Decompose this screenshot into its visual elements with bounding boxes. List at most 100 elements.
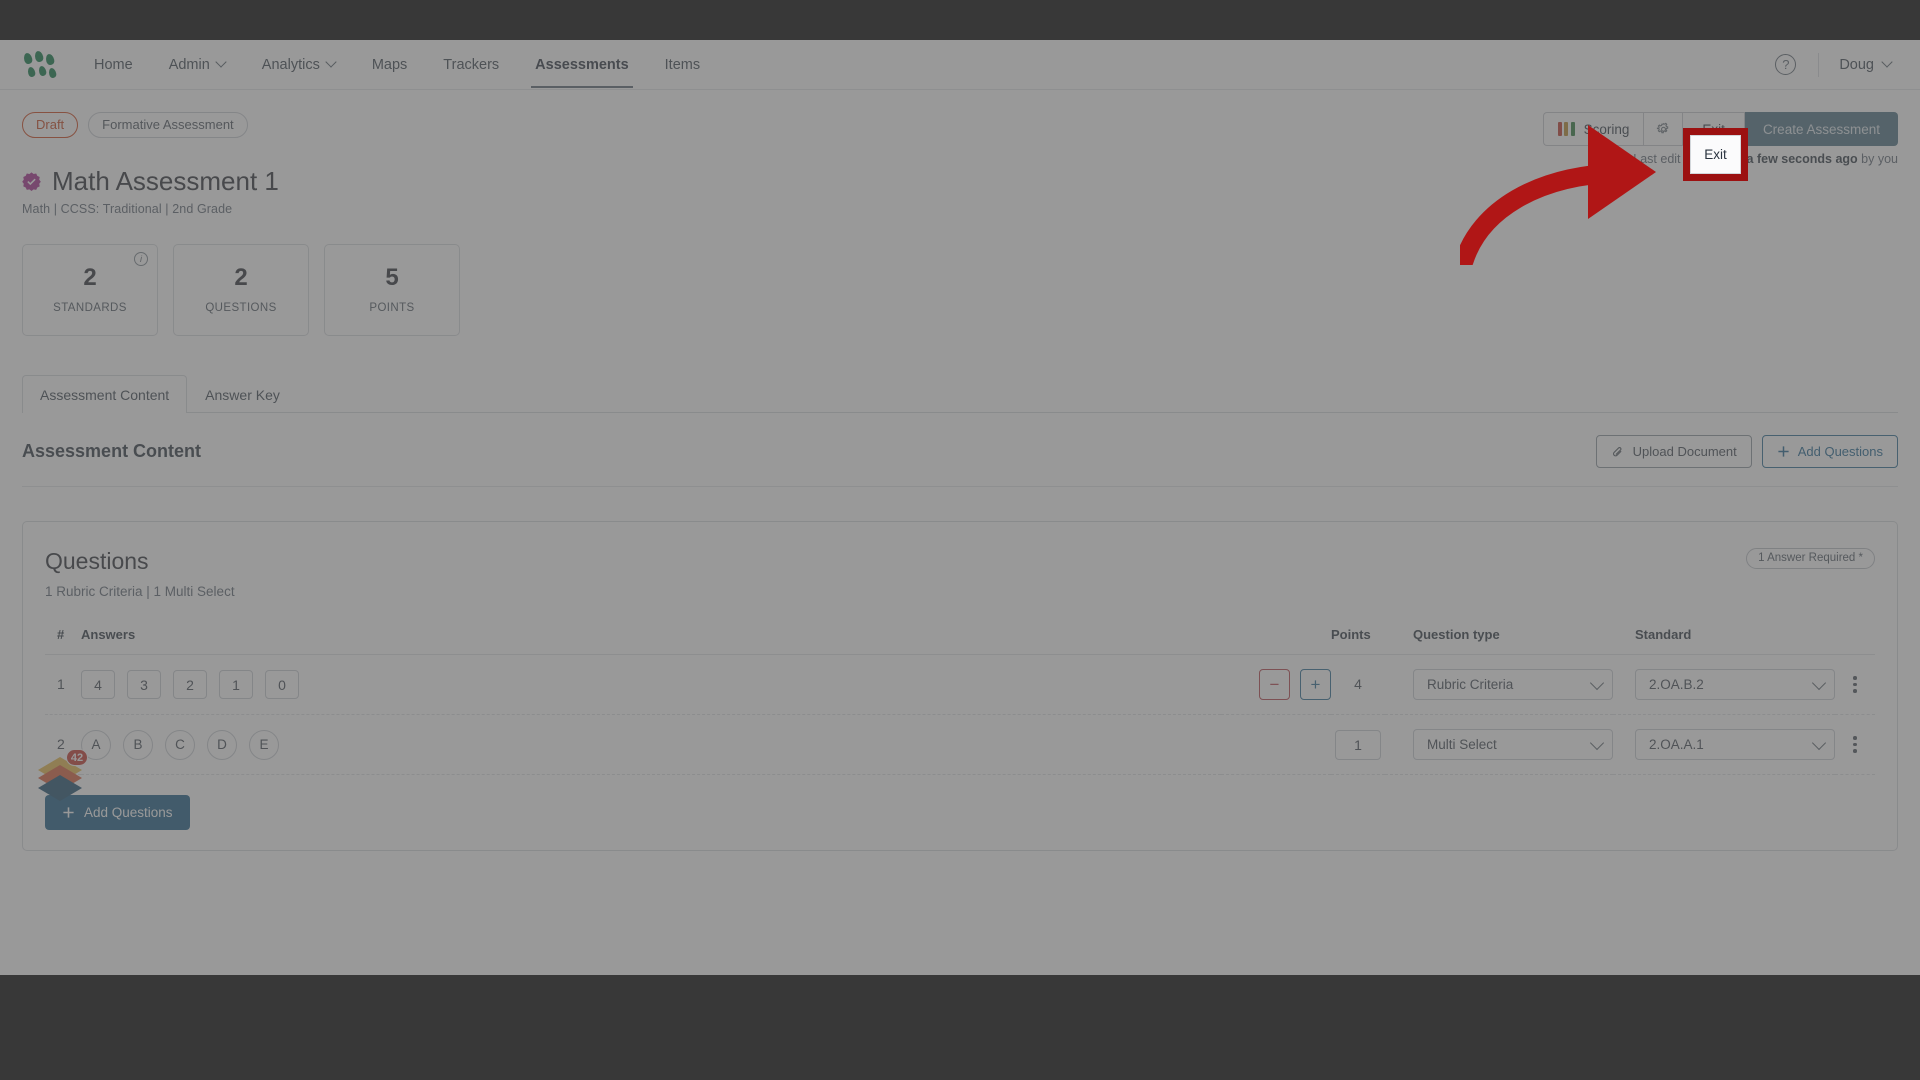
remove-answer-button[interactable]: − [1259, 669, 1290, 700]
table-header-row: # Answers Points Question type Standard [45, 627, 1875, 655]
dots-leaf-logo[interactable] [22, 49, 58, 79]
answer-count-stepper: − + [1221, 669, 1331, 700]
answer-option[interactable]: B [123, 729, 153, 760]
kebab-menu-icon[interactable] [1835, 736, 1875, 753]
exit-button-highlighted[interactable]: Exit [1690, 135, 1741, 174]
standard-cell: 2.OA.A.1 [1613, 714, 1835, 775]
stat-card-questions: 2 QUESTIONS [173, 244, 309, 336]
chevron-down-icon [1592, 742, 1602, 748]
notification-fab[interactable]: 42 [34, 749, 88, 809]
section-title: Assessment Content [22, 441, 202, 461]
stat-card-points: 5 POINTS [324, 244, 460, 336]
answer-required-badge: 1 Answer Required * [1746, 548, 1875, 569]
chevron-down-icon [327, 58, 336, 67]
stat-card-standards: i 2 STANDARDS [22, 244, 158, 336]
add-questions-label: Add Questions [1797, 444, 1883, 459]
nav-links: Home Admin Analytics Maps Trackers Asses… [76, 42, 718, 88]
nav-item-assessments[interactable]: Assessments [517, 42, 647, 88]
answer-option[interactable]: E [249, 729, 279, 760]
question-circle-icon[interactable]: ? [1775, 54, 1797, 75]
paperclip-icon [1612, 446, 1622, 456]
nav-item-label: Home [94, 56, 133, 73]
answers-cell: 4 3 2 1 0 [81, 654, 1221, 715]
standard-value: 2.OA.B.2 [1649, 677, 1704, 692]
tab-answer-key[interactable]: Answer Key [187, 375, 298, 413]
answer-option[interactable]: 2 [173, 670, 207, 699]
chevron-down-icon [1814, 682, 1824, 688]
row-number: 1 [57, 675, 65, 692]
column-header-points: Points [1331, 627, 1385, 655]
answer-option[interactable]: C [165, 729, 195, 760]
plus-icon [1778, 446, 1789, 457]
row-number: 2 [57, 735, 65, 752]
question-type-select[interactable]: Multi Select [1413, 729, 1613, 760]
question-type-value: Rubric Criteria [1427, 677, 1514, 692]
row-actions-cell [1835, 654, 1875, 715]
nav-item-items[interactable]: Items [647, 42, 718, 88]
assessment-type-badge: Formative Assessment [88, 112, 248, 138]
question-type-cell: Multi Select [1385, 714, 1613, 775]
stat-value: 2 [234, 264, 248, 291]
section-header: Assessment Content Upload Document Add Q… [22, 435, 1898, 487]
section-actions: Upload Document Add Questions [1595, 435, 1898, 468]
saved-suffix: by you [1857, 152, 1898, 166]
stat-label: QUESTIONS [205, 302, 277, 314]
add-questions-label: Add Questions [84, 805, 173, 820]
chevron-down-icon [1592, 682, 1602, 688]
chevron-down-icon [217, 58, 226, 67]
notification-badge: 42 [66, 749, 88, 766]
nav-right-cluster: ? Doug [1775, 52, 1898, 77]
info-circle-icon[interactable]: i [134, 252, 148, 266]
answer-option[interactable]: 4 [81, 670, 115, 699]
stepper-cell [1221, 714, 1331, 775]
tab-assessment-content[interactable]: Assessment Content [22, 375, 188, 413]
answer-options: 4 3 2 1 0 [81, 670, 1221, 699]
question-type-select[interactable]: Rubric Criteria [1413, 669, 1613, 700]
column-header-controls [1221, 627, 1331, 655]
standard-select[interactable]: 2.OA.A.1 [1635, 729, 1835, 760]
nav-item-label: Items [664, 56, 701, 73]
questions-panel: Questions 1 Rubric Criteria | 1 Multi Se… [22, 521, 1898, 851]
standard-cell: 2.OA.B.2 [1613, 654, 1835, 715]
stepper-cell: − + [1221, 654, 1331, 715]
tab-bar: Assessment Content Answer Key [22, 374, 1898, 413]
saved-time: a few seconds ago [1746, 152, 1858, 166]
status-badge-draft: Draft [22, 112, 79, 138]
nav-item-label: Analytics [261, 56, 320, 73]
answer-option[interactable]: 3 [127, 670, 161, 699]
answer-options: A B C D E [81, 729, 1221, 760]
nav-item-home[interactable]: Home [76, 42, 151, 88]
nav-item-label: Assessments [535, 56, 629, 73]
answer-option[interactable]: 1 [219, 670, 253, 699]
add-answer-button[interactable]: + [1300, 669, 1331, 700]
nav-divider [1818, 52, 1820, 77]
nav-item-trackers[interactable]: Trackers [425, 42, 517, 88]
standard-select[interactable]: 2.OA.B.2 [1635, 669, 1835, 700]
chevron-down-icon [1883, 58, 1892, 67]
nav-item-maps[interactable]: Maps [354, 42, 425, 88]
table-row: 2 A B C D E 1 Multi Select 2.OA.A.1 [45, 714, 1875, 775]
stat-value: 2 [83, 264, 97, 291]
answer-option[interactable]: D [207, 729, 237, 760]
upload-label: Upload Document [1632, 444, 1737, 459]
user-name: Doug [1839, 56, 1874, 73]
column-header-actions [1835, 627, 1875, 655]
answers-cell: A B C D E [81, 714, 1221, 775]
upload-document-button[interactable]: Upload Document [1595, 435, 1752, 468]
answer-option[interactable]: 0 [265, 670, 299, 699]
points-input[interactable] [1335, 729, 1381, 760]
kebab-menu-icon[interactable] [1835, 676, 1875, 693]
add-questions-button-top[interactable]: Add Questions [1761, 435, 1898, 468]
nav-item-admin[interactable]: Admin [151, 42, 244, 88]
column-header-number: # [45, 627, 81, 655]
standard-value: 2.OA.A.1 [1649, 737, 1704, 752]
create-assessment-button[interactable]: Create Assessment [1744, 112, 1898, 146]
nav-item-analytics[interactable]: Analytics [244, 42, 354, 88]
user-menu[interactable]: Doug [1839, 57, 1898, 73]
column-header-question-type: Question type [1385, 627, 1613, 655]
exit-button-highlight: Exit [1683, 128, 1748, 181]
info-glyph: i [140, 254, 142, 264]
row-actions-cell [1835, 714, 1875, 775]
points-cell: 4 [1331, 654, 1385, 715]
question-type-value: Multi Select [1427, 737, 1497, 752]
